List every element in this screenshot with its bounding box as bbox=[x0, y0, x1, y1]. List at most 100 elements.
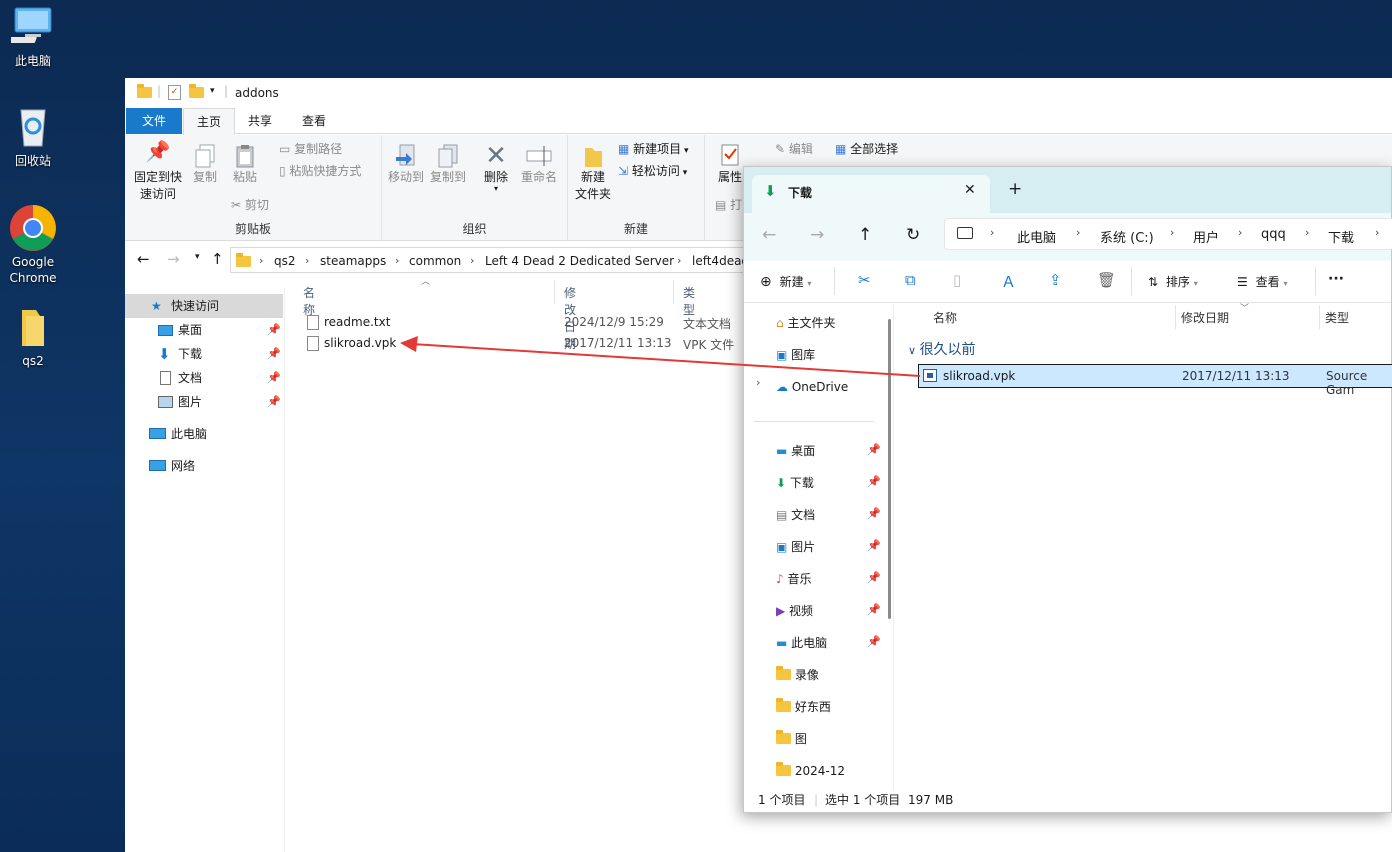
column-header-name[interactable]: 名称 bbox=[933, 309, 957, 326]
breadcrumb[interactable]: common bbox=[409, 254, 461, 268]
nav-item-desktop[interactable]: 桌面 📌 bbox=[125, 318, 283, 342]
breadcrumb[interactable]: steamapps bbox=[320, 254, 386, 268]
breadcrumb[interactable]: 此电脑 bbox=[1017, 227, 1056, 246]
up-arrow-icon[interactable]: ↑ bbox=[858, 225, 872, 245]
new-folder-icon[interactable] bbox=[189, 84, 204, 100]
breadcrumb[interactable]: Left 4 Dead 2 Dedicated Server bbox=[485, 254, 674, 268]
desktop-icon-qs2[interactable]: qs2 bbox=[0, 306, 66, 368]
pictures-icon bbox=[158, 396, 173, 408]
file-row[interactable]: slikroad.vpk 2017/12/11 13:13 VPK 文件 bbox=[305, 335, 745, 355]
nav-item-2024-12[interactable]: 2024-12 bbox=[776, 759, 845, 783]
copy-path-button[interactable]: ▭ 复制路径 bbox=[279, 139, 342, 159]
scrollbar-thumb[interactable] bbox=[888, 319, 891, 619]
breadcrumb[interactable]: left4dead bbox=[692, 254, 749, 268]
back-arrow-icon[interactable]: ← bbox=[762, 225, 776, 245]
tab-file[interactable]: 文件 bbox=[126, 108, 182, 134]
nav-item-downloads[interactable]: ⬇ 下载 bbox=[776, 471, 814, 495]
share-icon[interactable]: ⇪ bbox=[1049, 271, 1062, 289]
rename-icon[interactable]: Ａ bbox=[1001, 271, 1016, 292]
address-bar: ← → ↑ ↻ › 此电脑 › 系统 (C:) › 用户 › qqq › 下载 … bbox=[744, 213, 1392, 261]
easy-access-button[interactable]: ⇲ 轻松访问 ▾ bbox=[618, 161, 687, 183]
copy-icon[interactable]: ⧉ bbox=[905, 271, 916, 289]
file-row-selected[interactable]: slikroad.vpk 2017/12/11 13:13 Source Gam bbox=[918, 364, 1392, 397]
pin-quick-access-button[interactable]: 📌 固定到快速访问 bbox=[131, 141, 185, 203]
nav-item-documents[interactable]: 文档 📌 bbox=[125, 366, 283, 390]
column-header-date[interactable]: 修改日期 bbox=[1181, 309, 1229, 326]
nav-item-pics[interactable]: 图 bbox=[776, 727, 807, 751]
nav-item-pictures[interactable]: ▣ 图片 bbox=[776, 535, 815, 559]
delete-button[interactable]: ✕ 删除 ▾ bbox=[480, 143, 512, 193]
breadcrumb[interactable]: qqq bbox=[1261, 227, 1286, 242]
forward-arrow-icon[interactable]: → bbox=[167, 250, 180, 268]
nav-item-music[interactable]: ♪ 音乐 bbox=[776, 567, 812, 591]
select-all-button[interactable]: ▦ 全部选择 bbox=[835, 139, 898, 159]
back-arrow-icon[interactable]: ← bbox=[137, 250, 150, 268]
refresh-icon[interactable]: ↻ bbox=[906, 225, 920, 245]
nav-item-videos[interactable]: ▶ 视频 bbox=[776, 599, 813, 623]
nav-item-home[interactable]: ⌂ 主文件夹 bbox=[776, 311, 835, 335]
tab-view[interactable]: 查看 bbox=[289, 108, 339, 134]
up-arrow-icon[interactable]: ↑ bbox=[211, 250, 224, 268]
desktop-icon-this-pc[interactable]: 此电脑 bbox=[0, 4, 66, 69]
tab-downloads[interactable]: ⬇ 下载 ✕ bbox=[752, 175, 990, 213]
sort-button[interactable]: ⇅ 排序 ▾ bbox=[1148, 273, 1198, 290]
open-button[interactable]: ▤ 打 bbox=[715, 195, 742, 215]
nav-item-gallery[interactable]: ▣ 图库 bbox=[776, 343, 815, 367]
paste-button[interactable]: 粘贴 bbox=[229, 143, 261, 186]
column-header-name[interactable]: 名称 bbox=[303, 284, 315, 318]
quick-access-toolbar: | ✓ ▾ | addons bbox=[125, 78, 1392, 108]
nav-item-onedrive[interactable]: ☁ OneDrive bbox=[776, 375, 848, 399]
nav-item-goodstuff[interactable]: 好东西 bbox=[776, 695, 831, 719]
desktop-icon-recycle-bin[interactable]: 回收站 bbox=[0, 104, 66, 169]
scissors-icon[interactable]: ✂ bbox=[858, 271, 871, 289]
forward-arrow-icon[interactable]: → bbox=[810, 225, 824, 245]
desktop-icon-chrome[interactable]: Google Chrome bbox=[0, 204, 66, 286]
new-folder-button[interactable]: 新建 文件夹 bbox=[572, 143, 614, 203]
close-icon[interactable]: ✕ bbox=[964, 182, 976, 198]
paste-shortcut-button[interactable]: ▯ 粘贴快捷方式 bbox=[279, 161, 361, 181]
rename-button[interactable]: 重命名 bbox=[516, 143, 562, 186]
new-item-button[interactable]: ▦ 新建项目 ▾ bbox=[618, 139, 689, 161]
column-header-type[interactable]: 类型 bbox=[1325, 309, 1349, 326]
new-tab-button[interactable]: + bbox=[1008, 179, 1022, 199]
new-button[interactable]: ⊕ 新建 ▾ bbox=[760, 273, 811, 290]
file-row[interactable]: readme.txt 2024/12/9 15:29 文本文档 bbox=[305, 314, 745, 334]
properties-icon[interactable]: ✓ bbox=[168, 85, 181, 100]
nav-item-quick-access[interactable]: ★ 快速访问 bbox=[125, 294, 283, 318]
tab-share[interactable]: 共享 bbox=[235, 108, 285, 134]
path-box[interactable]: › 此电脑 › 系统 (C:) › 用户 › qqq › 下载 › bbox=[944, 218, 1392, 250]
chevron-down-icon[interactable]: ▾ bbox=[195, 252, 200, 262]
delete-icon[interactable]: 🗑 bbox=[1097, 271, 1116, 289]
network-icon bbox=[149, 460, 166, 471]
nav-item-downloads[interactable]: ⬇ 下载 📌 bbox=[125, 342, 283, 366]
group-header[interactable]: ∨ 很久以前 bbox=[908, 339, 976, 359]
desktop-label: 回收站 bbox=[14, 154, 51, 168]
tab-home[interactable]: 主页 bbox=[183, 108, 236, 135]
properties-button[interactable]: 属性 bbox=[715, 143, 745, 186]
copy-button[interactable]: 复制 bbox=[189, 143, 221, 186]
expand-chevron-icon[interactable]: › bbox=[756, 376, 760, 389]
nav-item-this-pc[interactable]: 此电脑 bbox=[125, 422, 283, 446]
path-box[interactable]: › qs2 › steamapps › common › Left 4 Dead… bbox=[230, 247, 750, 273]
cut-button[interactable]: ✂ 剪切 bbox=[231, 195, 269, 215]
nav-item-network[interactable]: 网络 bbox=[125, 454, 283, 478]
nav-item-desktop[interactable]: ▬ 桌面 bbox=[776, 439, 815, 463]
breadcrumb[interactable]: qs2 bbox=[274, 254, 296, 268]
edit-button[interactable]: ✎ 编辑 bbox=[775, 139, 813, 159]
nav-item-this-pc[interactable]: ▬ 此电脑 bbox=[776, 631, 827, 655]
copy-to-button[interactable]: 复制到 bbox=[428, 143, 468, 186]
breadcrumb[interactable]: 下载 bbox=[1328, 227, 1354, 246]
breadcrumb[interactable]: 系统 (C:) bbox=[1100, 227, 1154, 246]
view-button[interactable]: ☰ 查看 ▾ bbox=[1237, 273, 1287, 290]
nav-item-recordings[interactable]: 录像 bbox=[776, 663, 819, 687]
paste-icon[interactable]: ▯ bbox=[953, 271, 961, 289]
chevron-down-icon[interactable]: ▾ bbox=[210, 86, 215, 96]
more-button[interactable]: ··· bbox=[1328, 271, 1344, 287]
move-to-button[interactable]: 移动到 bbox=[386, 143, 426, 186]
nav-item-documents[interactable]: ▤ 文档 bbox=[776, 503, 815, 527]
column-header-type[interactable]: 类型 bbox=[683, 284, 695, 318]
pin-icon: 📌 bbox=[267, 395, 281, 408]
breadcrumb[interactable]: 用户 bbox=[1193, 227, 1219, 246]
nav-item-pictures[interactable]: 图片 📌 bbox=[125, 390, 283, 414]
desktop-icon: ▬ bbox=[776, 444, 792, 458]
